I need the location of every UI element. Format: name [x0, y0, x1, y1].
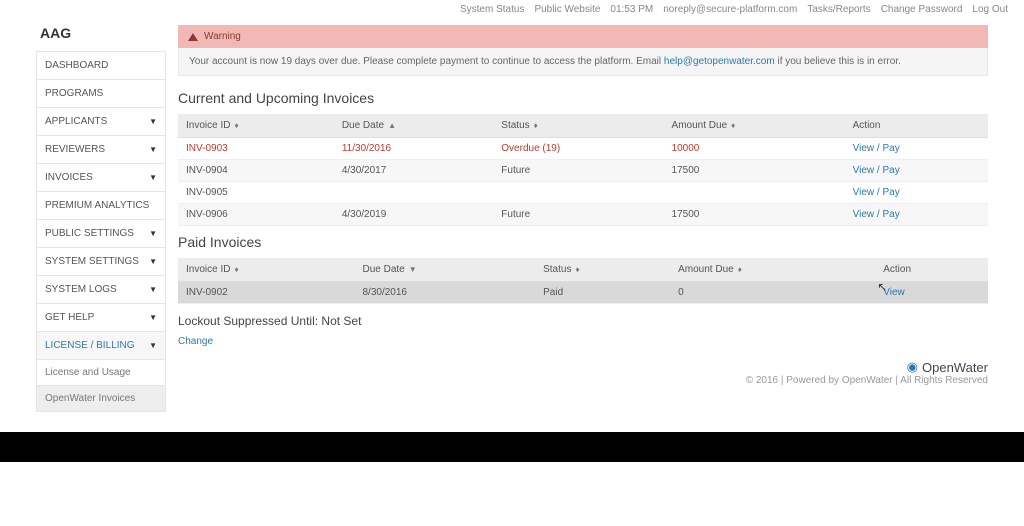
cell-amount: 0	[670, 282, 875, 304]
lockout-heading: Lockout Suppressed Until: Not Set	[178, 314, 988, 328]
col-due-date[interactable]: Due Date▲	[334, 114, 493, 138]
cell-status: Paid	[535, 282, 670, 304]
sort-desc-icon: ▼	[409, 265, 417, 274]
footer-copy: © 2016 | Powered by OpenWater | All Righ…	[178, 375, 988, 386]
sort-icon: ♦	[575, 265, 579, 274]
view-pay-link[interactable]: View / Pay	[853, 165, 900, 176]
nav-dashboard[interactable]: DASHBOARD	[37, 52, 165, 80]
cell-due-date	[334, 182, 493, 204]
warning-banner-header: Warning	[178, 25, 988, 48]
content: Warning Your account is now 19 days over…	[166, 19, 988, 412]
cell-amount: 17500	[664, 204, 845, 226]
nav-invoices[interactable]: INVOICES▼	[37, 164, 165, 192]
top-system-status[interactable]: System Status	[460, 4, 524, 15]
top-tasks[interactable]: Tasks/Reports	[807, 4, 870, 15]
caret-down-icon: ▼	[149, 145, 157, 154]
brand: AAG	[36, 19, 166, 51]
caret-down-icon: ▼	[149, 117, 157, 126]
top-time: 01:53 PM	[610, 4, 653, 15]
cell-status: Overdue (19)	[493, 138, 663, 160]
table-row: INV-0904 4/30/2017 Future 17500 View / P…	[178, 160, 988, 182]
cell-status: Future	[493, 204, 663, 226]
col-status[interactable]: Status♦	[493, 114, 663, 138]
top-change-password[interactable]: Change Password	[881, 4, 963, 15]
view-pay-link[interactable]: View / Pay	[853, 209, 900, 220]
caret-down-icon: ▼	[149, 341, 157, 350]
nav-premium-analytics[interactable]: PREMIUM ANALYTICS	[37, 192, 165, 220]
caret-down-icon: ▼	[149, 257, 157, 266]
topbar: System Status Public Website 01:53 PM no…	[0, 0, 1024, 19]
view-pay-link[interactable]: View / Pay	[853, 143, 900, 154]
nav-license-billing[interactable]: LICENSE / BILLING▼	[37, 332, 165, 360]
cell-invoice-id: INV-0903	[178, 138, 334, 160]
nav-system-logs[interactable]: SYSTEM LOGS▼	[37, 276, 165, 304]
cell-amount	[664, 182, 845, 204]
warning-banner-body: Your account is now 19 days over due. Pl…	[178, 48, 988, 76]
top-log-out[interactable]: Log Out	[972, 4, 1008, 15]
col-due-date[interactable]: Due Date▼	[354, 258, 535, 282]
table-row: INV-0905 View / Pay	[178, 182, 988, 204]
nav-get-help[interactable]: GET HELP▼	[37, 304, 165, 332]
sort-asc-icon: ▲	[388, 121, 396, 130]
warning-title: Warning	[204, 31, 241, 42]
col-amount-due[interactable]: Amount Due♦	[664, 114, 845, 138]
nav-programs[interactable]: PROGRAMS	[37, 80, 165, 108]
col-invoice-id[interactable]: Invoice ID♦	[178, 258, 354, 282]
col-status[interactable]: Status♦	[535, 258, 670, 282]
current-invoices-table: Invoice ID♦ Due Date▲ Status♦ Amount Due…	[178, 114, 988, 226]
cell-invoice-id: INV-0902	[178, 282, 354, 304]
warning-icon	[188, 33, 198, 41]
table-row: INV-0906 4/30/2019 Future 17500 View / P…	[178, 204, 988, 226]
col-amount-due[interactable]: Amount Due♦	[670, 258, 875, 282]
caret-down-icon: ▼	[149, 229, 157, 238]
col-action: Action	[875, 258, 988, 282]
bottom-bar	[0, 432, 1024, 462]
nav-public-settings[interactable]: PUBLIC SETTINGS▼	[37, 220, 165, 248]
cell-invoice-id: INV-0904	[178, 160, 334, 182]
footer: ◉OpenWater © 2016 | Powered by OpenWater…	[178, 359, 988, 386]
openwater-logo: ◉OpenWater	[907, 359, 988, 375]
col-action: Action	[845, 114, 988, 138]
table-row: INV-0903 11/30/2016 Overdue (19) 10000 V…	[178, 138, 988, 160]
cell-invoice-id: INV-0905	[178, 182, 334, 204]
nav-sub-license-usage[interactable]: License and Usage	[37, 360, 165, 386]
cell-status: Future	[493, 160, 663, 182]
view-pay-link[interactable]: View / Pay	[853, 187, 900, 198]
sort-icon: ♦	[534, 121, 538, 130]
paid-invoices-table: Invoice ID♦ Due Date▼ Status♦ Amount Due…	[178, 258, 988, 304]
sort-icon: ♦	[731, 121, 735, 130]
paid-invoices-heading: Paid Invoices	[178, 234, 988, 250]
cell-due-date: 4/30/2019	[334, 204, 493, 226]
change-link[interactable]: Change	[178, 336, 213, 347]
caret-down-icon: ▼	[149, 285, 157, 294]
sidebar-nav: DASHBOARD PROGRAMS APPLICANTS▼ REVIEWERS…	[36, 51, 166, 412]
col-invoice-id[interactable]: Invoice ID♦	[178, 114, 334, 138]
cell-due-date: 4/30/2017	[334, 160, 493, 182]
caret-down-icon: ▼	[149, 173, 157, 182]
nav-system-settings[interactable]: SYSTEM SETTINGS▼	[37, 248, 165, 276]
cursor-icon: ↖	[877, 280, 887, 294]
cell-status	[493, 182, 663, 204]
cell-due-date: 11/30/2016	[334, 138, 493, 160]
sort-icon: ♦	[234, 265, 238, 274]
warning-email-link[interactable]: help@getopenwater.com	[664, 56, 775, 67]
caret-down-icon: ▼	[149, 313, 157, 322]
nav-sub-openwater-invoices[interactable]: OpenWater Invoices	[37, 386, 165, 411]
cell-amount: 17500	[664, 160, 845, 182]
table-row: INV-0902 8/30/2016 Paid 0 View↖	[178, 282, 988, 304]
sort-icon: ♦	[738, 265, 742, 274]
cell-amount: 10000	[664, 138, 845, 160]
nav-reviewers[interactable]: REVIEWERS▼	[37, 136, 165, 164]
sidebar: AAG DASHBOARD PROGRAMS APPLICANTS▼ REVIE…	[36, 19, 166, 412]
globe-icon: ◉	[907, 359, 918, 375]
top-email: noreply@secure-platform.com	[663, 4, 797, 15]
nav-applicants[interactable]: APPLICANTS▼	[37, 108, 165, 136]
cell-due-date: 8/30/2016	[354, 282, 535, 304]
current-invoices-heading: Current and Upcoming Invoices	[178, 90, 988, 106]
top-public-website[interactable]: Public Website	[534, 4, 600, 15]
cell-invoice-id: INV-0906	[178, 204, 334, 226]
sort-icon: ♦	[234, 121, 238, 130]
